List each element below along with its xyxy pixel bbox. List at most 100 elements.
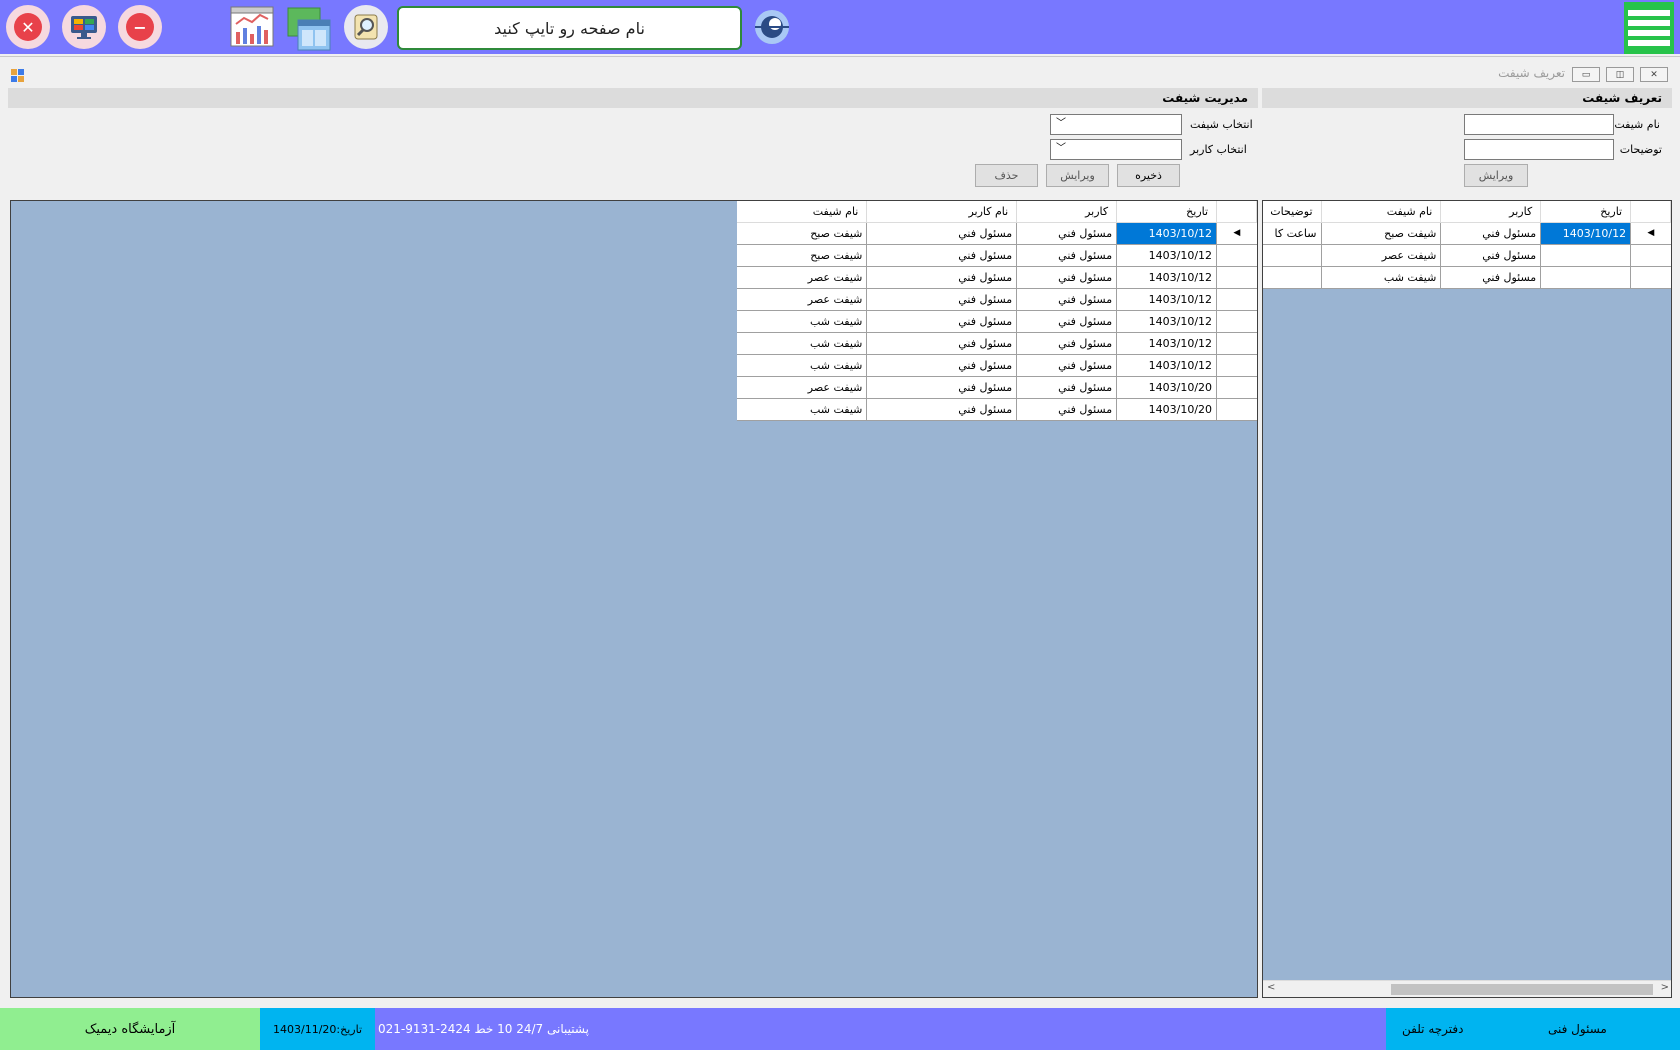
table-cell[interactable] [1540, 244, 1632, 267]
row-selector[interactable] [1630, 244, 1671, 267]
table-row[interactable]: 1403/10/12 مسئول فني مسئول فني شیفت عصر [737, 288, 1257, 311]
table-cell[interactable]: شیفت شب [737, 354, 868, 377]
delete-button[interactable]: حذف [975, 164, 1038, 187]
table-row[interactable]: ◀ 1403/10/12 مسئول فني شیفت صبح ساعت کا [1263, 222, 1671, 245]
table-cell[interactable]: شیفت شب [1321, 266, 1442, 289]
table-cell[interactable]: مسئول فني [866, 398, 1018, 421]
table-cell[interactable]: شیفت عصر [1321, 244, 1442, 267]
row-selector[interactable]: ◀ [1630, 222, 1671, 245]
table-cell[interactable]: مسئول فني [1016, 222, 1118, 245]
table-cell[interactable]: مسئول فني [866, 222, 1018, 245]
table-cell[interactable]: 1403/10/12 [1540, 222, 1632, 245]
table-cell[interactable]: مسئول فني [866, 244, 1018, 267]
column-header[interactable]: تاریخ [1116, 201, 1218, 223]
table-cell[interactable]: شیفت شب [737, 398, 868, 421]
desktop-button[interactable] [62, 5, 106, 49]
table-cell[interactable]: مسئول فني [1016, 244, 1118, 267]
column-header[interactable]: کاربر [1016, 201, 1118, 223]
window-maximize-button[interactable]: ◫ [1606, 67, 1634, 82]
shift-name-input[interactable] [1464, 114, 1614, 135]
row-selector[interactable]: ◀ [1216, 222, 1257, 245]
table-cell[interactable]: 1403/10/12 [1116, 310, 1218, 333]
table-cell[interactable]: 1403/10/12 [1116, 266, 1218, 289]
table-cell[interactable]: 1403/10/20 [1116, 376, 1218, 399]
row-selector[interactable] [1216, 354, 1257, 377]
table-cell[interactable]: مسئول فني [1016, 266, 1118, 289]
row-selector[interactable] [1630, 266, 1671, 289]
table-cell[interactable]: ساعت کا [1263, 222, 1322, 245]
define-edit-button[interactable]: ویرایش [1464, 164, 1528, 187]
table-cell[interactable]: مسئول فني [866, 266, 1018, 289]
horizontal-scrollbar[interactable]: < > [1263, 980, 1671, 997]
row-selector[interactable] [1216, 266, 1257, 289]
main-menu-button[interactable] [1624, 2, 1674, 54]
table-cell[interactable]: مسئول فني [1016, 310, 1118, 333]
scroll-left-icon[interactable]: < [1267, 982, 1275, 993]
table-cell[interactable]: شیفت صبح [737, 244, 868, 267]
window-close-button[interactable]: ✕ [1640, 67, 1668, 82]
table-row[interactable]: 1403/10/20 مسئول فني مسئول فني شیفت شب [737, 398, 1257, 421]
table-cell[interactable]: 1403/10/12 [1116, 222, 1218, 245]
description-input[interactable] [1464, 139, 1614, 160]
table-cell[interactable] [1263, 266, 1322, 289]
table-cell[interactable]: مسئول فني [1016, 288, 1118, 311]
row-selector[interactable] [1216, 376, 1257, 399]
column-header[interactable]: نام شیفت [737, 201, 868, 223]
column-header[interactable]: تاریخ [1540, 201, 1632, 223]
table-cell[interactable]: 1403/10/12 [1116, 288, 1218, 311]
select-shift-dropdown[interactable]: ﹀ [1050, 114, 1182, 135]
manage-edit-button[interactable]: ویرایش [1046, 164, 1109, 187]
column-header[interactable]: توضیحات [1263, 201, 1322, 223]
table-row[interactable]: 1403/10/12 مسئول فني مسئول فني شیفت صبح [737, 244, 1257, 267]
table-cell[interactable]: مسئول فني [866, 288, 1018, 311]
table-cell[interactable]: شیفت عصر [737, 288, 868, 311]
table-cell[interactable]: مسئول فني [866, 332, 1018, 355]
table-row[interactable]: 1403/10/12 مسئول فني مسئول فني شیفت شب [737, 354, 1257, 377]
table-row[interactable]: مسئول فني شیفت عصر [1263, 244, 1671, 267]
table-row[interactable]: 1403/10/12 مسئول فني مسئول فني شیفت شب [737, 332, 1257, 355]
table-cell[interactable]: 1403/10/12 [1116, 332, 1218, 355]
table-cell[interactable]: شیفت صبح [1321, 222, 1442, 245]
table-cell[interactable]: شیفت شب [737, 332, 868, 355]
row-selector[interactable] [1216, 398, 1257, 421]
table-cell[interactable]: مسئول فني [866, 376, 1018, 399]
column-header[interactable]: کاربر [1440, 201, 1542, 223]
table-row[interactable]: مسئول فني شیفت شب [1263, 266, 1671, 289]
save-button[interactable]: ذخیره [1117, 164, 1180, 187]
theme-button[interactable] [752, 7, 792, 47]
table-cell[interactable] [1263, 244, 1322, 267]
phonebook-link[interactable]: دفترچه تلفن [1402, 1022, 1464, 1036]
table-row[interactable]: 1403/10/20 مسئول فني مسئول فني شیفت عصر [737, 376, 1257, 399]
table-cell[interactable]: مسئول فني [1440, 222, 1542, 245]
row-selector[interactable] [1216, 288, 1257, 311]
column-header[interactable]: نام شیفت [1321, 201, 1442, 223]
select-user-dropdown[interactable]: ﹀ [1050, 139, 1182, 160]
scroll-thumb[interactable] [1391, 984, 1653, 995]
row-selector[interactable] [1216, 332, 1257, 355]
table-cell[interactable]: 1403/10/12 [1116, 244, 1218, 267]
window-minimize-button[interactable]: ▭ [1572, 67, 1600, 82]
table-row[interactable]: ◀ 1403/10/12 مسئول فني مسئول فني شیفت صبح [737, 222, 1257, 245]
page-search-input[interactable]: نام صفحه رو تایپ کنید [397, 6, 742, 50]
table-cell[interactable]: شیفت صبح [737, 222, 868, 245]
table-row[interactable]: 1403/10/12 مسئول فني مسئول فني شیفت شب [737, 310, 1257, 333]
table-cell[interactable]: 1403/10/20 [1116, 398, 1218, 421]
table-cell[interactable]: مسئول فني [1440, 266, 1542, 289]
table-cell[interactable]: 1403/10/12 [1116, 354, 1218, 377]
windows-button[interactable] [286, 6, 332, 52]
table-cell[interactable] [1540, 266, 1632, 289]
table-cell[interactable]: مسئول فني [1016, 376, 1118, 399]
search-button[interactable] [344, 5, 388, 49]
column-header[interactable]: نام کاربر [866, 201, 1018, 223]
table-cell[interactable]: مسئول فني [1440, 244, 1542, 267]
table-cell[interactable]: شیفت عصر [737, 266, 868, 289]
table-cell[interactable]: شیفت عصر [737, 376, 868, 399]
minimize-app-button[interactable]: − [118, 5, 162, 49]
table-cell[interactable]: مسئول فني [1016, 332, 1118, 355]
table-row[interactable]: 1403/10/12 مسئول فني مسئول فني شیفت عصر [737, 266, 1257, 289]
close-app-button[interactable]: ✕ [6, 5, 50, 49]
table-cell[interactable]: مسئول فني [1016, 354, 1118, 377]
row-selector[interactable] [1216, 310, 1257, 333]
scroll-right-icon[interactable]: > [1661, 982, 1669, 993]
table-cell[interactable]: شیفت شب [737, 310, 868, 333]
